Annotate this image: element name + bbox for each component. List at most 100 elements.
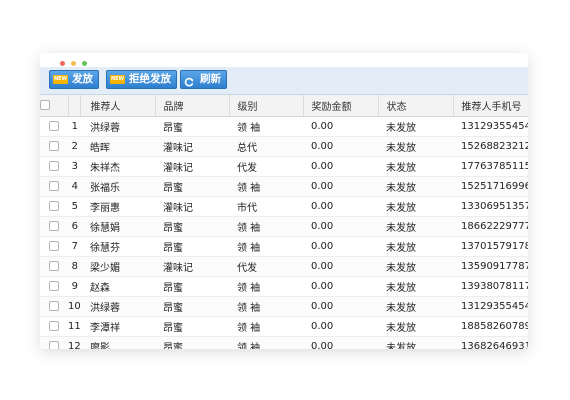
row-select-cell — [40, 156, 68, 177]
reject-send-button[interactable]: NEW 拒绝发放 — [106, 70, 177, 89]
row-checkbox[interactable] — [49, 280, 59, 291]
brand-cell: 昂蜜 — [155, 316, 229, 337]
level-cell: 代发 — [229, 256, 303, 277]
referrer-cell: 赵森 — [80, 276, 155, 297]
brand-cell: 昂蜜 — [155, 296, 229, 317]
table-row[interactable]: 4 张福乐 昂蜜领 袖 0.00 未发放 15251716996 — [40, 176, 528, 197]
row-select-cell — [40, 196, 68, 217]
refresh-button[interactable]: 刷新 — [180, 70, 227, 89]
referrer-header[interactable]: 推荐人 — [80, 95, 156, 117]
amount-cell: 0.00 — [303, 156, 378, 177]
row-select-cell — [40, 116, 68, 137]
amount-header[interactable]: 奖励金额 — [303, 95, 379, 117]
brand-header[interactable]: 品牌 — [155, 95, 230, 117]
row-select-cell — [40, 276, 68, 297]
brand-cell: 昂蜜 — [155, 236, 229, 257]
table-row[interactable]: 7 徐慧芬 昂蜜领 袖 0.00 未发放 13701579178 — [40, 236, 528, 257]
table-row[interactable]: 9 赵森 昂蜜领 袖 0.00 未发放 13938078117 — [40, 276, 528, 297]
maximize-window-dot[interactable] — [82, 61, 87, 66]
table-row[interactable]: 5 李丽惠 灌味记 市代 0.00 未发放 13306951357 — [40, 196, 528, 217]
row-select-cell — [40, 236, 68, 257]
table-row[interactable]: 3 朱祥杰 灌味记 代发 0.00 未发放 17763785115 — [40, 156, 528, 177]
title-bar — [40, 53, 528, 67]
level-cell: 领 袖 — [229, 296, 303, 317]
phone-cell: 13682646931 — [453, 336, 528, 349]
row-select-cell — [40, 176, 68, 197]
referrer-cell: 李潭祥 — [80, 316, 155, 337]
table-body: 1 洪绿蓉 昂蜜领 袖 0.00 未发放 13129355454 2 皓晖 灌味记 总代 0.00 未… — [40, 116, 528, 349]
index-header — [68, 95, 81, 117]
table-row[interactable]: 12 廖影 昂蜜领 袖 0.00 未发放 13682646931 — [40, 336, 528, 349]
amount-cell: 0.00 — [303, 116, 378, 137]
table-row[interactable]: 2 皓晖 灌味记 总代 0.00 未发放 15268823212 — [40, 136, 528, 157]
status-cell: 未发放 — [378, 336, 453, 349]
status-cell: 未发放 — [378, 176, 453, 197]
amount-cell: 0.00 — [303, 216, 378, 237]
new-icon: NEW — [110, 75, 125, 84]
row-index: 6 — [68, 216, 80, 237]
level-cell: 领 袖 — [229, 336, 303, 349]
row-checkbox[interactable] — [49, 300, 59, 311]
row-index: 1 — [68, 116, 80, 137]
row-checkbox[interactable] — [49, 320, 59, 331]
row-checkbox[interactable] — [49, 160, 59, 171]
brand-cell: 昂蜜 — [155, 216, 229, 237]
row-select-cell — [40, 136, 68, 157]
phone-cell: 13938078117 — [453, 276, 528, 297]
table-row[interactable]: 6 徐慧娟 昂蜜领 袖 0.00 未发放 18662229777 — [40, 216, 528, 237]
amount-cell: 0.00 — [303, 236, 378, 257]
brand-cell: 灌味记 — [155, 136, 229, 157]
row-checkbox[interactable] — [49, 260, 59, 271]
phone-cell: 15251716996 — [453, 176, 528, 197]
brand-cell: 灌味记 — [155, 156, 229, 177]
minimize-window-dot[interactable] — [71, 61, 76, 66]
send-button[interactable]: NEW 发放 — [49, 70, 99, 89]
row-checkbox[interactable] — [49, 200, 59, 211]
row-checkbox[interactable] — [49, 140, 59, 151]
toolbar: NEW 发放 NEW 拒绝发放 刷新 — [40, 67, 528, 95]
referral-table: 推荐人 品牌 级别 奖励金额 状态 推荐人手机号 1 洪绿蓉 昂蜜领 袖 0.00 未发… — [40, 95, 528, 349]
status-cell: 未发放 — [378, 256, 453, 277]
amount-cell: 0.00 — [303, 276, 378, 297]
table-row[interactable]: 11 李潭祥 昂蜜领 袖 0.00 未发放 18858260789 — [40, 316, 528, 337]
row-index: 9 — [68, 276, 80, 297]
phone-cell: 13590917787 — [453, 256, 528, 277]
status-header[interactable]: 状态 — [378, 95, 454, 117]
level-cell: 领 袖 — [229, 176, 303, 197]
referrer-cell: 徐慧芬 — [80, 236, 155, 257]
phone-cell: 13701579178 — [453, 236, 528, 257]
phone-cell: 17763785115 — [453, 156, 528, 177]
new-icon: NEW — [53, 75, 68, 84]
phone-cell: 18662229777 — [453, 216, 528, 237]
row-checkbox[interactable] — [49, 220, 59, 231]
level-header[interactable]: 级别 — [229, 95, 304, 117]
referrer-cell: 廖影 — [80, 336, 155, 349]
app-window: NEW 发放 NEW 拒绝发放 刷新 推荐人 品牌 级别 奖励金额 状态 推荐人… — [40, 53, 528, 349]
amount-cell: 0.00 — [303, 316, 378, 337]
close-window-dot[interactable] — [60, 61, 65, 66]
referrer-cell: 张福乐 — [80, 176, 155, 197]
row-checkbox[interactable] — [49, 120, 59, 131]
referrer-cell: 李丽惠 — [80, 196, 155, 217]
referrer-cell: 徐慧娟 — [80, 216, 155, 237]
phone-header[interactable]: 推荐人手机号 — [453, 95, 528, 117]
row-index: 4 — [68, 176, 80, 197]
referrer-cell: 梁少媚 — [80, 256, 155, 277]
refresh-icon — [184, 75, 194, 87]
table-row[interactable]: 8 梁少媚 灌味记 代发 0.00 未发放 13590917787 — [40, 256, 528, 277]
row-checkbox[interactable] — [49, 340, 59, 349]
table-row[interactable]: 10 洪绿蓉 昂蜜领 袖 0.00 未发放 13129355454 — [40, 296, 528, 317]
row-checkbox[interactable] — [49, 240, 59, 251]
select-all-checkbox[interactable] — [40, 99, 50, 110]
row-index: 2 — [68, 136, 80, 157]
row-index: 3 — [68, 156, 80, 177]
row-select-cell — [40, 256, 68, 277]
table-header-row: 推荐人 品牌 级别 奖励金额 状态 推荐人手机号 — [40, 95, 528, 117]
amount-cell: 0.00 — [303, 136, 378, 157]
referrer-cell: 洪绿蓉 — [80, 296, 155, 317]
status-cell: 未发放 — [378, 216, 453, 237]
table-row[interactable]: 1 洪绿蓉 昂蜜领 袖 0.00 未发放 13129355454 — [40, 116, 528, 137]
row-checkbox[interactable] — [49, 180, 59, 191]
status-cell: 未发放 — [378, 156, 453, 177]
amount-cell: 0.00 — [303, 336, 378, 349]
